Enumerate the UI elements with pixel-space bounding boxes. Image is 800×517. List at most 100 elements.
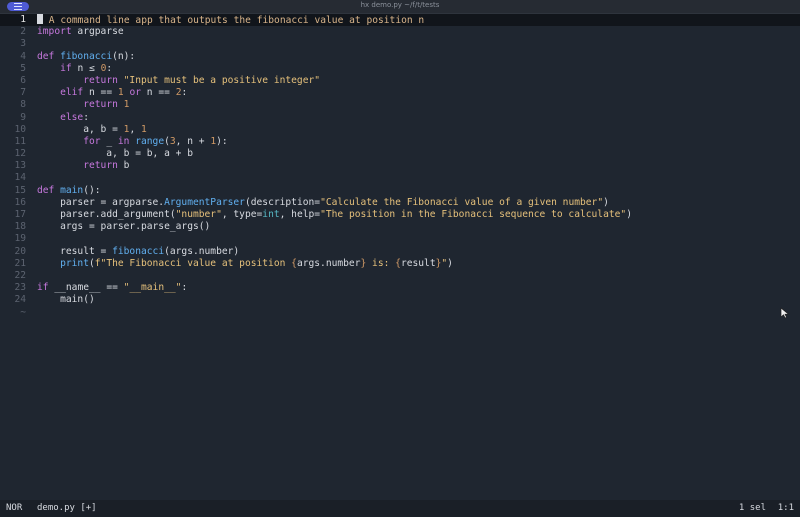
code-token: "Calculate the Fibonacci value of a give… bbox=[320, 196, 604, 208]
cursor-position: 1:1 bbox=[777, 503, 794, 513]
line-code: result = fibonacci(args.number) bbox=[37, 246, 239, 258]
code-token: , type bbox=[221, 209, 257, 220]
line-number: 17 bbox=[14, 209, 26, 220]
line-code: import argparse bbox=[37, 26, 124, 38]
code-token: a, b bbox=[37, 148, 136, 160]
title-bar: hx demo.py ~/f/t/tests bbox=[0, 0, 800, 14]
selection-count: 1 sel bbox=[738, 503, 766, 513]
code-token: _ bbox=[100, 135, 118, 147]
code-line[interactable]: 3 bbox=[0, 38, 800, 50]
line-number: 14 bbox=[14, 172, 26, 184]
line-number: 18 bbox=[14, 221, 26, 233]
line-number: 7 bbox=[20, 87, 26, 99]
line-code: print(f"The Fibonacci value at position … bbox=[37, 258, 453, 270]
line-code: def main(): bbox=[37, 185, 101, 197]
code-token: for bbox=[83, 135, 101, 147]
code-line[interactable]: 18 args = parser.parse_args() bbox=[0, 221, 800, 233]
code-line[interactable]: 14 bbox=[0, 172, 800, 184]
code-token: "__main__" bbox=[123, 282, 182, 294]
line-code: def fibonacci(n): bbox=[37, 51, 135, 63]
line-number: 11 bbox=[14, 135, 26, 147]
code-line[interactable]: 9 else: bbox=[0, 112, 800, 124]
code-line[interactable]: 15 def main(): bbox=[0, 185, 800, 197]
code-token: b, a bbox=[140, 148, 176, 160]
line-number: 3 bbox=[20, 38, 26, 50]
line-number: 10 bbox=[14, 123, 26, 135]
code-token: args.number bbox=[296, 257, 361, 269]
line-code: return 1 bbox=[37, 99, 129, 111]
code-token: "Input must be a positive integer" bbox=[123, 74, 321, 86]
code-line[interactable]: 7 elif n == 1 or n == 2: bbox=[0, 87, 800, 99]
code-token: b bbox=[181, 148, 193, 160]
code-token: print bbox=[60, 257, 89, 269]
line-code: parser = argparse.ArgumentParser(descrip… bbox=[37, 197, 609, 209]
code-token: , n bbox=[175, 135, 199, 147]
code-line[interactable]: 17 parser.add_argument("number", type=in… bbox=[0, 209, 800, 221]
code-line[interactable]: 20 result = fibonacci(args.number) bbox=[0, 246, 800, 258]
code-token: argparse bbox=[71, 26, 124, 38]
line-number: 5 bbox=[20, 62, 26, 74]
line-number: 9 bbox=[20, 111, 26, 123]
code-token: elif bbox=[60, 87, 84, 99]
line-number: 22 bbox=[14, 269, 26, 281]
line-number: 12 bbox=[14, 148, 26, 160]
code-line[interactable]: 21 print(f"The Fibonacci value at positi… bbox=[0, 258, 800, 270]
code-line[interactable]: 10 a, b = 1, 1 bbox=[0, 124, 800, 136]
line-number: 6 bbox=[20, 74, 26, 86]
code-line[interactable]: 16 parser = argparse.ArgumentParser(desc… bbox=[0, 197, 800, 209]
line-number: 16 bbox=[14, 196, 26, 208]
code-token: : bbox=[83, 111, 89, 123]
code-line[interactable]: 2 import argparse bbox=[0, 26, 800, 38]
line-number: 21 bbox=[14, 257, 26, 269]
code-token: 1 bbox=[123, 99, 130, 111]
code-token: if bbox=[60, 62, 72, 74]
line-number: 8 bbox=[20, 99, 26, 111]
code-token: "number" bbox=[175, 209, 222, 220]
code-token: , help bbox=[279, 209, 315, 220]
code-line[interactable]: 22 bbox=[0, 270, 800, 282]
code-token: == bbox=[100, 87, 113, 99]
code-token: int bbox=[262, 209, 280, 220]
code-token: __name__ bbox=[48, 282, 107, 294]
code-editor[interactable]: 1 A command line app that outputs the fi… bbox=[0, 14, 800, 319]
code-token: 1 bbox=[141, 123, 147, 135]
code-token: parser. bbox=[37, 209, 101, 220]
code-line[interactable]: 24 main() bbox=[0, 294, 800, 306]
code-token: n bbox=[83, 87, 101, 99]
code-line[interactable]: 12 a, b = b, a + b bbox=[0, 148, 800, 160]
code-token: return bbox=[83, 74, 118, 86]
code-line[interactable]: ~ bbox=[0, 307, 800, 319]
code-line[interactable]: 4 def fibonacci(n): bbox=[0, 51, 800, 63]
code-token: return bbox=[83, 99, 118, 111]
line-code: args = parser.parse_args() bbox=[37, 221, 210, 233]
code-line[interactable]: 6 return "Input must be a positive integ… bbox=[0, 75, 800, 87]
code-line[interactable]: 13 return b bbox=[0, 160, 800, 172]
code-token: add_argument bbox=[100, 209, 170, 220]
code-line[interactable]: 23 if __name__ == "__main__": bbox=[0, 282, 800, 294]
line-number: 24 bbox=[14, 294, 26, 306]
code-token: (n): bbox=[112, 50, 136, 62]
code-token: () bbox=[198, 221, 211, 233]
code-line[interactable]: 8 return 1 bbox=[0, 99, 800, 111]
code-token: fibonacci bbox=[112, 245, 165, 257]
code-line[interactable]: 1 A command line app that outputs the fi… bbox=[0, 14, 800, 27]
code-token: parser. bbox=[94, 221, 141, 233]
code-line[interactable]: 11 for _ in range(3, n + 1): bbox=[0, 136, 800, 148]
code-token: range bbox=[135, 135, 165, 147]
code-token: main bbox=[60, 184, 84, 196]
code-line[interactable]: 5 if n ≤ 0: bbox=[0, 63, 800, 75]
code-line[interactable]: 19 bbox=[0, 233, 800, 245]
code-token: : bbox=[106, 62, 113, 74]
code-token: fibonacci bbox=[60, 50, 113, 62]
line-number: 23 bbox=[14, 282, 26, 294]
line-code: elif n == 1 or n == 2: bbox=[37, 87, 187, 99]
mouse-pointer-icon bbox=[780, 307, 790, 319]
code-token: : bbox=[181, 87, 188, 99]
